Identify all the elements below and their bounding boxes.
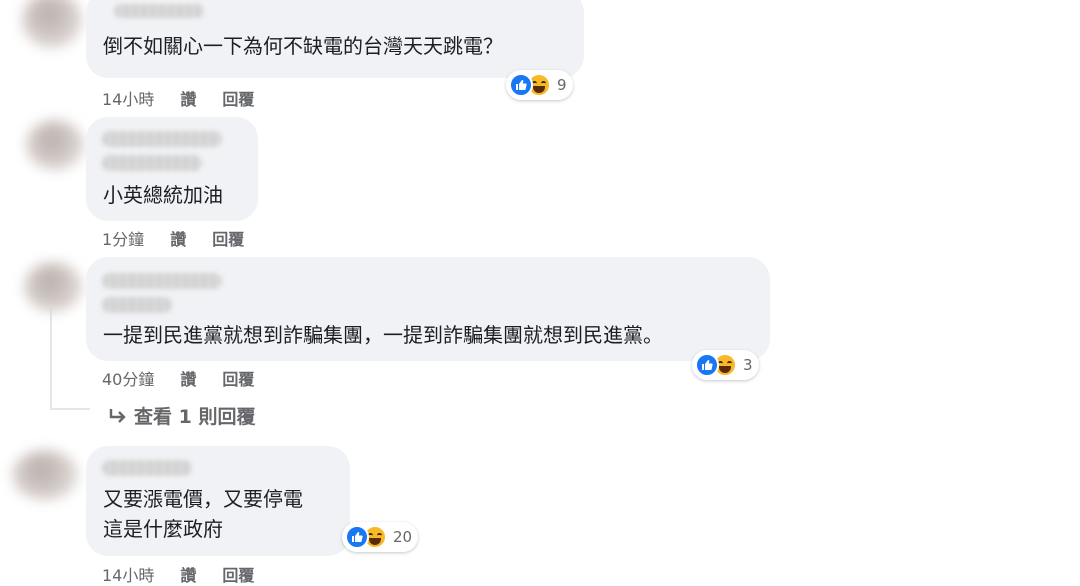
timestamp[interactable]: 14小時 bbox=[102, 566, 154, 585]
like-button[interactable]: 讚 bbox=[180, 566, 196, 585]
comment-text-line-1: 又要漲電價，又要停電 bbox=[103, 487, 303, 511]
comment-meta: 14小時 讚 回覆 bbox=[102, 562, 280, 586]
thumbs-up-icon bbox=[509, 73, 533, 97]
author-name-blurred[interactable] bbox=[102, 460, 192, 476]
reaction-summary[interactable]: 20 bbox=[342, 522, 419, 552]
thumbs-up-icon bbox=[695, 353, 719, 377]
reaction-count: 20 bbox=[393, 528, 413, 546]
avatar[interactable] bbox=[12, 450, 78, 500]
thumbs-up-icon bbox=[345, 525, 369, 549]
reply-button[interactable]: 回覆 bbox=[222, 566, 254, 585]
comment-bubble: 又要漲電價，又要停電 這是什麼政府 bbox=[86, 446, 350, 556]
comment-text-line-2: 這是什麼政府 bbox=[103, 517, 223, 541]
